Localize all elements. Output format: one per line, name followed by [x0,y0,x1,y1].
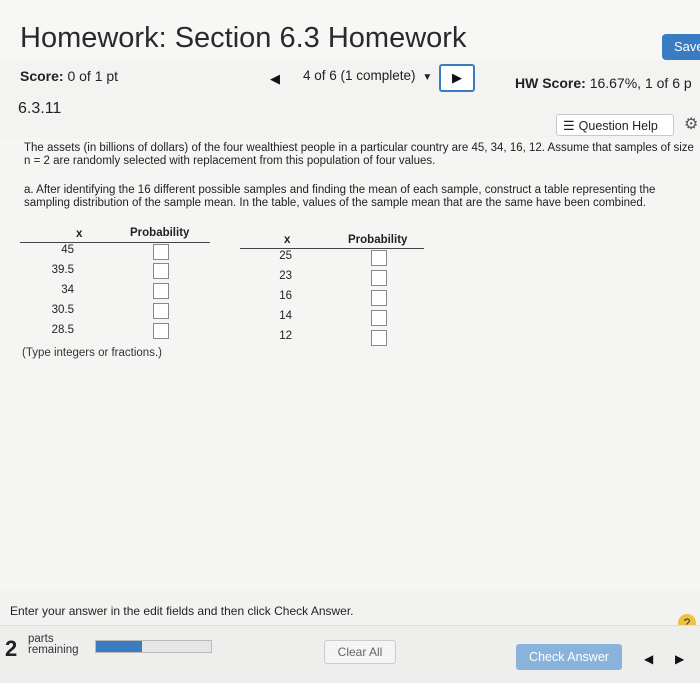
question-prompt: The assets (in billions of dollars) of t… [24,142,694,167]
table-row: 14 [240,310,440,330]
question-number: 6.3.11 [18,100,62,117]
question-bar: 6.3.11 ☰ Question Help ⚙ [0,94,700,139]
title-bar: Homework: Section 6.3 Homework Save [0,0,700,61]
score-label: Score: [20,68,64,84]
footer-bar: 2 parts remaining Clear All Check Answer… [0,625,700,683]
table-row: 16 [240,290,440,310]
x-value: 45 [61,244,74,256]
left-distribution-table: x Probability 45 39.5 34 30.5 28.5 [20,226,220,346]
parts-remaining-count: 2 [5,636,18,661]
parts-remaining-label: parts remaining [28,633,79,656]
probability-input[interactable] [153,303,169,319]
parts-progress-fill [96,641,142,652]
table-row: 30.5 [20,303,220,324]
x-value: 25 [279,250,292,262]
probability-input[interactable] [371,330,387,346]
caret-down-icon: ▼ [422,72,433,83]
hw-score-value: 16.67%, 1 of 6 p [589,75,692,91]
table-row: 45 [20,244,220,264]
x-value: 28.5 [51,324,74,336]
question-selector[interactable]: 4 of 6 (1 complete) ▼ [303,68,432,83]
table-row: 12 [240,330,440,350]
hw-score-label: HW Score: [515,75,586,91]
gear-icon[interactable]: ⚙ [684,114,698,134]
caret-right-icon: ▶ [675,652,685,666]
caret-right-icon: ▶ [452,70,462,85]
table-row: 25 [240,250,440,270]
page-title: Homework: Section 6.3 Homework [20,22,467,54]
score-value: 0 of 1 pt [67,68,119,84]
header-rule [20,242,210,243]
x-value: 12 [279,330,292,342]
score: Score: 0 of 1 pt [20,68,118,84]
question-help-label: Question Help [578,119,658,133]
question-help-button[interactable]: ☰ Question Help [556,114,674,136]
probability-input[interactable] [153,283,169,299]
prev-question-button[interactable]: ◀ [270,71,280,87]
question-progress: 4 of 6 (1 complete) [303,68,416,83]
caret-left-icon: ◀ [270,71,280,86]
table-row: 34 [20,283,220,304]
table-row: 23 [240,270,440,290]
save-button[interactable]: Save [662,34,700,60]
instructions: Enter your answer in the edit fields and… [10,604,354,618]
probability-input[interactable] [371,250,387,266]
check-answer-button[interactable]: Check Answer [516,644,622,670]
x-value: 30.5 [51,304,74,316]
probability-header: Probability [348,234,408,246]
probability-input[interactable] [153,244,169,260]
caret-left-icon: ◀ [644,652,654,666]
clear-all-button[interactable]: Clear All [324,640,396,664]
probability-input[interactable] [371,270,387,286]
x-bar-header: x [284,234,291,246]
list-icon: ☰ [563,118,575,133]
table-row: 39.5 [20,263,220,284]
question-content: The assets (in billions of dollars) of t… [0,138,700,590]
probability-input[interactable] [153,323,169,339]
hw-score: HW Score: 16.67%, 1 of 6 p [515,75,692,91]
x-value: 14 [279,310,292,322]
right-distribution-table: x Probability 25 23 16 14 12 [240,232,440,352]
x-bar-header: x [76,228,83,240]
x-value: 16 [279,290,292,302]
parts-progress-bar [95,640,212,653]
probability-input[interactable] [371,290,387,306]
probability-input[interactable] [371,310,387,326]
table-row: 28.5 [20,323,220,344]
probability-input[interactable] [153,263,169,279]
score-bar: Score: 0 of 1 pt ◀ 4 of 6 (1 complete) ▼… [0,60,700,95]
next-part-button[interactable]: ▶ [675,652,684,666]
probability-header: Probability [130,227,190,239]
next-question-button[interactable]: ▶ [439,64,475,92]
answer-format-note: (Type integers or fractions.) [22,347,162,359]
header-rule [240,248,424,249]
prev-part-button[interactable]: ◀ [644,652,653,666]
x-value: 39.5 [51,264,74,276]
part-a-text: a. After identifying the 16 different po… [24,184,656,209]
x-value: 23 [279,270,292,282]
parts-label-line2: remaining [28,644,79,656]
x-value: 34 [61,284,74,296]
